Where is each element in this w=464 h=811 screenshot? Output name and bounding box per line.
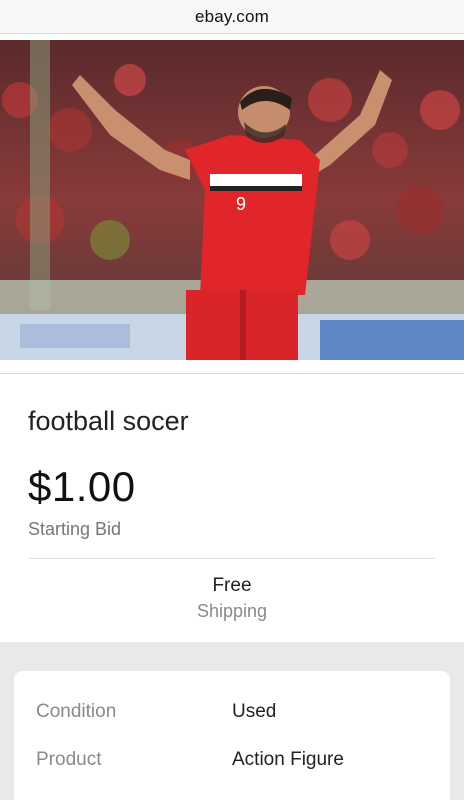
browser-url-bar[interactable]: ebay.com xyxy=(0,0,464,34)
item-specifics-card: Condition Used Product Action Figure xyxy=(14,671,450,811)
listing-price: $1.00 xyxy=(28,463,136,510)
listing-image[interactable]: 9 xyxy=(0,40,464,360)
jersey-number: 9 xyxy=(236,194,246,214)
spec-key: Condition xyxy=(36,701,117,722)
shipping-label: Shipping xyxy=(196,601,268,621)
spec-row-condition: Condition Used xyxy=(36,701,428,749)
spec-row-product: Product Action Figure xyxy=(36,749,428,797)
price-type-label: Starting Bid xyxy=(28,519,122,539)
url-text[interactable]: ebay.com xyxy=(195,7,269,27)
spec-value: Action Figure xyxy=(232,749,344,770)
spec-key: Product xyxy=(36,749,102,770)
shipping-info: Free Shipping xyxy=(28,559,436,640)
player-photo: 9 xyxy=(0,40,464,360)
listing-title: football socer xyxy=(28,406,189,436)
shipping-cost: Free xyxy=(212,575,252,596)
image-bottom-divider xyxy=(0,360,464,374)
spec-value: Used xyxy=(232,701,277,722)
listing-info: football socer $1.00 Starting Bid Free S… xyxy=(0,374,464,640)
